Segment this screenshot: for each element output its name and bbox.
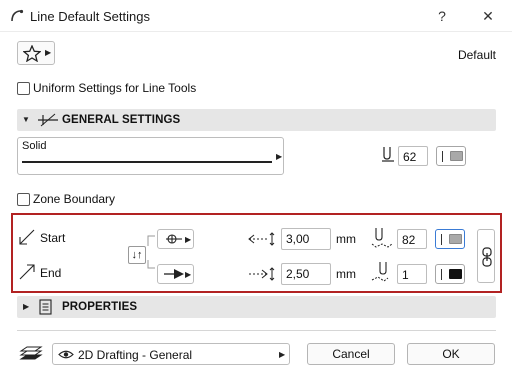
end-arrow-icon: [19, 264, 35, 280]
chevron-right-icon: ▶: [23, 302, 30, 311]
start-pen-color-swatch: [449, 234, 462, 244]
swap-icon: ↓↑: [131, 249, 143, 261]
layers-icon: [19, 346, 43, 360]
end-pen-color-swatch: [449, 269, 462, 279]
link-pens-button[interactable]: [477, 229, 495, 283]
chain-link-icon: [482, 247, 492, 267]
line-pen-number[interactable]: 62: [398, 146, 428, 166]
pen-divider: [442, 151, 443, 162]
start-arrow-length-input[interactable]: 3,00: [281, 228, 331, 250]
app-icon: [11, 9, 24, 22]
zone-boundary-checkbox[interactable]: [17, 193, 30, 206]
uniform-settings-label: Uniform Settings for Line Tools: [33, 81, 197, 95]
end-length-unit: mm: [336, 267, 356, 281]
arrow-length-end-icon: [249, 267, 275, 281]
help-icon: ?: [438, 8, 446, 24]
pen-color-swatch: [450, 151, 463, 161]
favorites-button[interactable]: ▶: [17, 41, 55, 65]
close-icon: ✕: [482, 8, 494, 24]
zone-boundary-label: Zone Boundary: [33, 192, 116, 206]
line-type-selector[interactable]: Solid ▶: [17, 137, 284, 175]
end-arrow-pen-color-button[interactable]: [435, 264, 465, 284]
start-length-unit: mm: [336, 232, 356, 246]
chevron-right-icon: ▶: [185, 235, 192, 244]
star-icon: [23, 45, 41, 62]
ok-button[interactable]: OK: [407, 343, 495, 365]
start-label: Start: [40, 231, 66, 245]
end-arrow-length-input[interactable]: 2,50: [281, 263, 331, 285]
properties-title: PROPERTIES: [62, 301, 138, 313]
cancel-button[interactable]: Cancel: [307, 343, 395, 365]
general-settings-header[interactable]: ▼ GENERAL SETTINGS: [17, 109, 496, 131]
start-arrowhead-type-selector[interactable]: ▶: [157, 229, 194, 249]
uniform-settings-checkbox[interactable]: [17, 82, 30, 95]
layer-name: 2D Drafting - General: [78, 348, 193, 362]
default-label: Default: [457, 48, 496, 62]
chevron-right-icon: ▶: [276, 152, 283, 161]
end-label: End: [40, 266, 62, 280]
general-settings-title: GENERAL SETTINGS: [62, 114, 181, 126]
footer-divider: [17, 330, 496, 331]
properties-icon: [39, 299, 52, 315]
start-arrow-icon: [19, 229, 35, 245]
close-button[interactable]: ✕: [478, 6, 498, 26]
circle-arrowhead-icon: [166, 234, 182, 244]
eye-icon: [58, 350, 74, 359]
window-title: Line Default Settings: [30, 9, 150, 24]
pen-divider: [441, 234, 442, 245]
chevron-right-icon: ▶: [279, 350, 286, 359]
line-tool-icon: [38, 113, 58, 127]
start-arrow-pen-icon: [371, 228, 393, 248]
swap-arrowheads-button[interactable]: ↓↑: [128, 246, 146, 264]
pen-divider: [441, 269, 442, 280]
end-arrow-pen-number[interactable]: 1: [397, 264, 427, 284]
line-pen-color-button[interactable]: [436, 146, 466, 166]
help-button[interactable]: ?: [432, 6, 452, 26]
end-arrowhead-type-selector[interactable]: ▶: [157, 264, 194, 284]
pen-icon: [382, 147, 394, 162]
chevron-down-icon: ▼: [22, 115, 30, 124]
line-type-label: Solid: [22, 140, 47, 152]
chevron-right-icon: ▶: [185, 270, 192, 279]
start-arrow-pen-color-button[interactable]: [435, 229, 465, 249]
line-type-preview: [22, 161, 272, 163]
start-arrow-pen-number[interactable]: 82: [397, 229, 427, 249]
layer-selector[interactable]: 2D Drafting - General ▶: [52, 343, 290, 365]
arrow-length-start-icon: [248, 232, 275, 246]
filled-arrowhead-icon: [164, 269, 184, 279]
properties-header[interactable]: ▶ PROPERTIES: [17, 296, 496, 318]
chevron-right-icon: ▶: [45, 48, 52, 57]
end-arrow-pen-icon: [371, 262, 389, 282]
